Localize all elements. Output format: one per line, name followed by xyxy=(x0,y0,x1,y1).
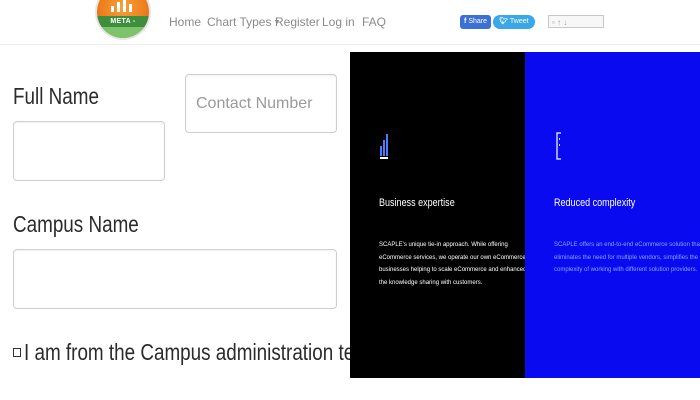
bracket-icon xyxy=(556,132,561,160)
nav-home[interactable]: Home xyxy=(169,15,201,29)
share-label: Share xyxy=(468,18,488,25)
nav-faq[interactable]: FAQ xyxy=(362,15,386,29)
site-logo[interactable]: META - xyxy=(97,0,149,38)
full-name-label: Full Name xyxy=(13,83,99,109)
tweet-button[interactable]: 🐦︎ Tweet xyxy=(493,15,535,29)
feature-panel-business: Business expertise SCAPLE's unique tie-i… xyxy=(350,52,526,378)
campus-name-input[interactable] xyxy=(13,249,337,309)
vote-arrows-icon: ▫ ↑ ↓ xyxy=(552,18,568,27)
nav-register[interactable]: Register xyxy=(275,15,320,29)
bar-chart-icon xyxy=(380,134,388,159)
nav-chart-types-label: Chart Types xyxy=(207,15,272,29)
admin-team-checkbox[interactable] xyxy=(13,348,21,357)
feature-title: Business expertise xyxy=(379,197,455,209)
tweet-label: Tweet xyxy=(509,18,529,25)
campus-name-label: Campus Name xyxy=(13,211,139,237)
full-name-input[interactable] xyxy=(13,121,165,181)
feature-body: SCAPLE's unique tie-in approach. While o… xyxy=(379,242,527,286)
vote-widget[interactable]: ▫ ↑ ↓ xyxy=(548,15,604,28)
facebook-share-button[interactable]: f Share xyxy=(460,15,492,29)
nav-login[interactable]: Log in xyxy=(322,15,355,29)
nav-chart-types[interactable]: Chart Types ▼ xyxy=(207,15,280,29)
feature-body: SCAPLE offers an end-to-end eCommerce so… xyxy=(554,242,700,273)
admin-team-checkbox-label[interactable]: I am from the Campus administration team xyxy=(24,339,380,366)
feature-title: Reduced complexity xyxy=(554,197,636,209)
logo-chart-icon xyxy=(111,0,135,12)
navbar: META - Home Chart Types ▼ Register Log in… xyxy=(0,0,700,45)
twitter-icon: 🐦︎ xyxy=(499,18,508,25)
facebook-icon: f xyxy=(464,18,467,25)
logo-text: META - xyxy=(97,16,149,27)
contact-number-input[interactable] xyxy=(185,74,337,133)
feature-panel-complexity: Reduced complexity SCAPLE offers an end-… xyxy=(525,52,700,378)
